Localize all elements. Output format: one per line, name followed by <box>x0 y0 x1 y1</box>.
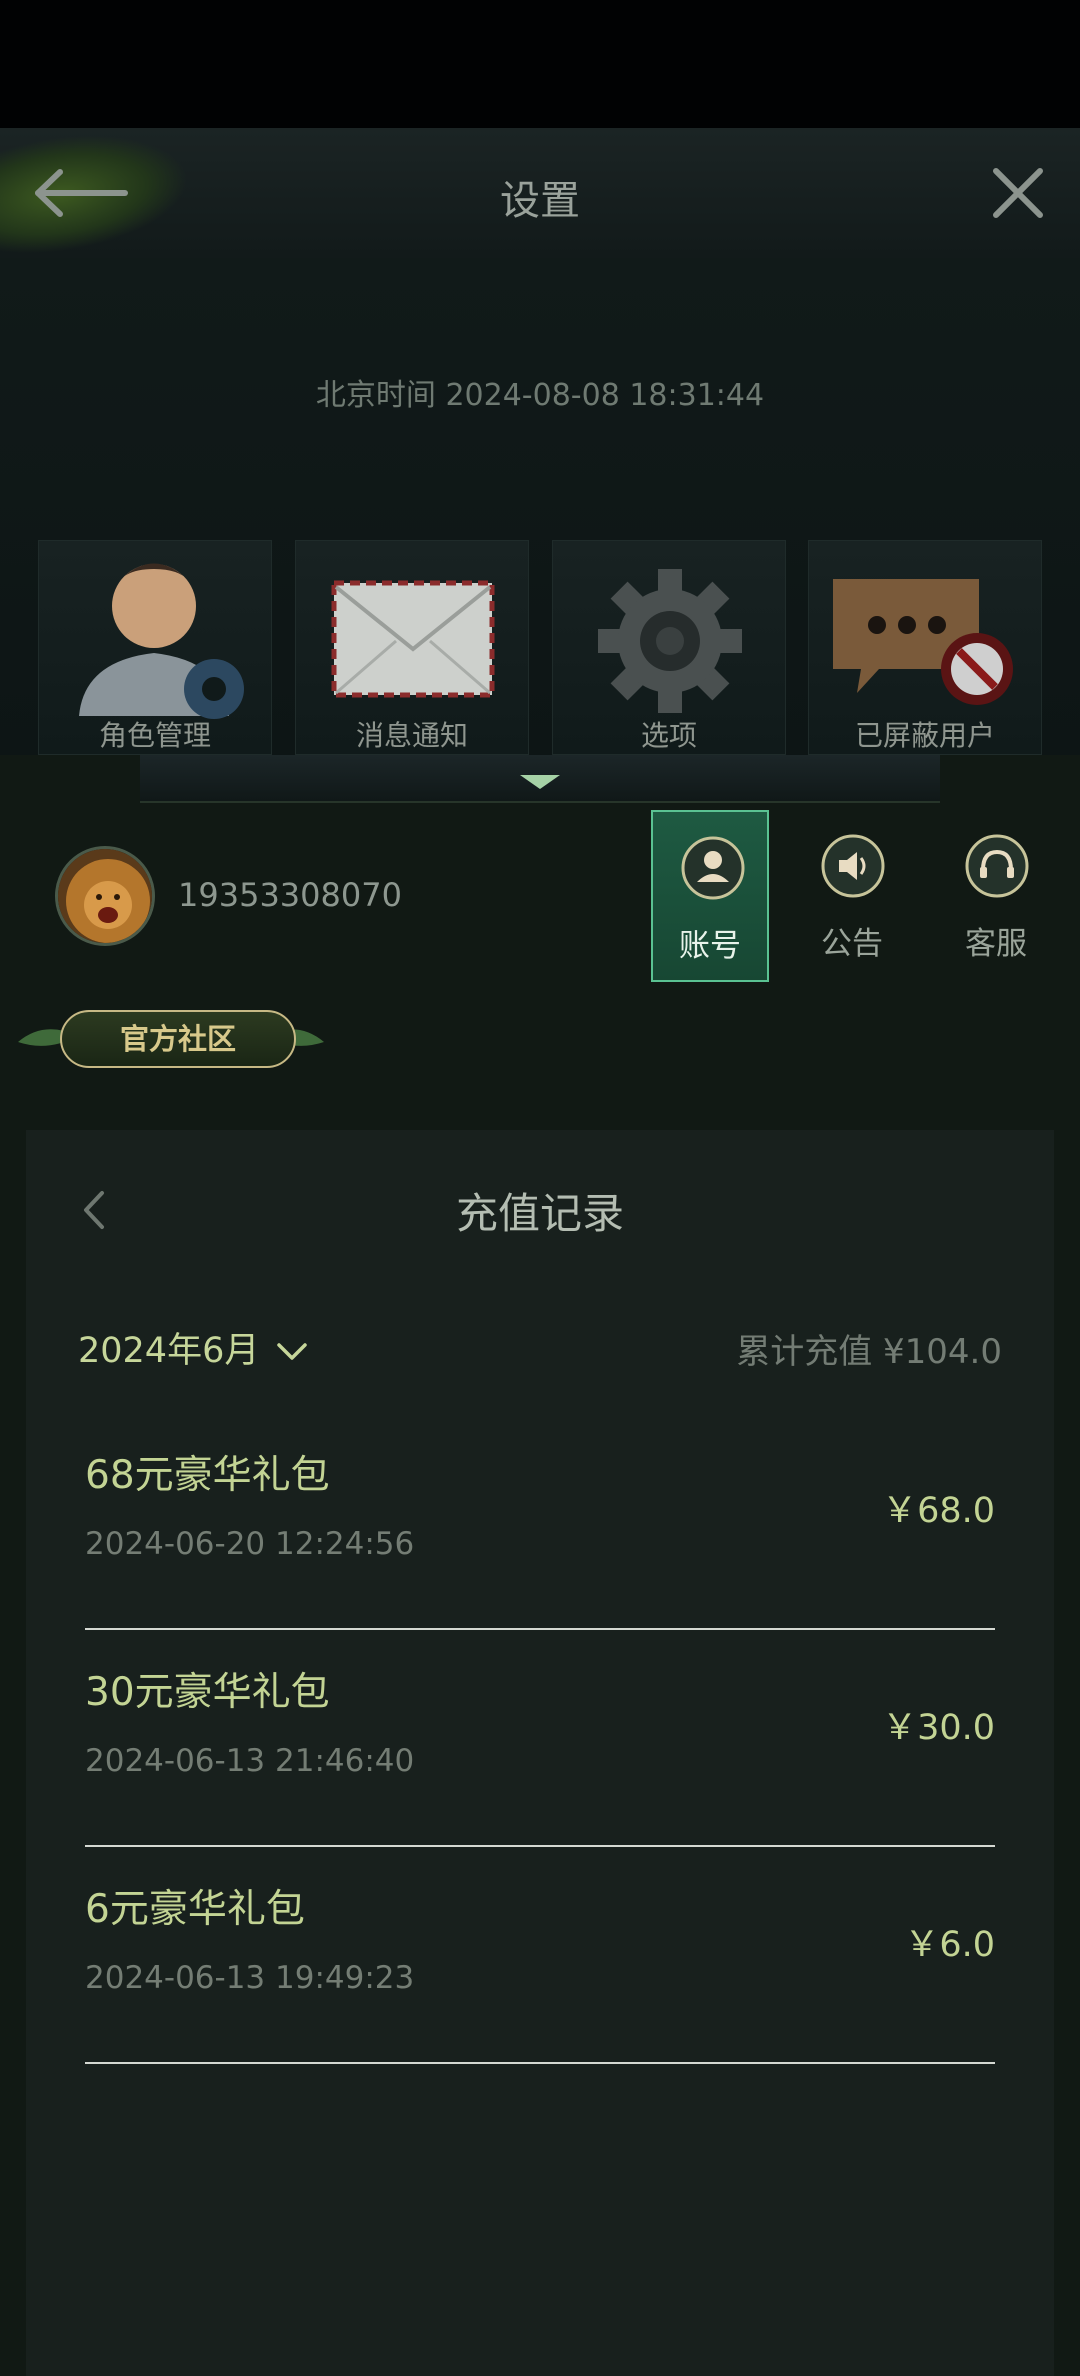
tab-label: 客服 <box>965 926 1027 962</box>
user-id: 19353308070 <box>178 876 402 914</box>
recharge-record: 68元豪华礼包 2024-06-20 12:24:56 ￥68.0 <box>85 1414 995 1630</box>
record-name: 68元豪华礼包 <box>85 1453 330 1498</box>
recharge-panel: 充值记录 2024年6月 累计充值 ¥104.0 68元豪华礼包 2024-06… <box>26 1130 1054 2376</box>
user-icon <box>681 836 745 900</box>
speaker-icon <box>821 834 885 898</box>
chevron-down-icon <box>277 1343 308 1360</box>
tab-account[interactable]: 账号 <box>651 810 769 982</box>
tile-label: 角色管理 <box>98 719 211 752</box>
avatar[interactable] <box>55 846 155 946</box>
record-name: 30元豪华礼包 <box>85 1670 330 1715</box>
community-label: 官方社区 <box>60 1010 296 1068</box>
record-amount: ￥6.0 <box>904 1925 995 1965</box>
record-time: 2024-06-13 21:46:40 <box>85 1743 415 1779</box>
collapse-handle[interactable] <box>140 755 940 803</box>
record-amount: ￥68.0 <box>882 1491 995 1531</box>
tile-label: 消息通知 <box>355 719 468 752</box>
server-time: 北京时间 2024-08-08 18:31:44 <box>315 378 765 413</box>
record-time: 2024-06-20 12:24:56 <box>85 1526 415 1562</box>
chevron-down-icon <box>520 775 560 789</box>
record-name: 6元豪华礼包 <box>85 1887 305 1932</box>
tile-role-manage[interactable]: 角色管理 <box>38 540 272 755</box>
total-recharge: 累计充值 ¥104.0 <box>736 1332 1002 1372</box>
tile-message-notify[interactable]: 消息通知 <box>295 540 529 755</box>
tile-label: 已屏蔽用户 <box>854 719 995 752</box>
record-time: 2024-06-13 19:49:23 <box>85 1960 415 1996</box>
headset-icon <box>965 834 1029 898</box>
tab-label: 账号 <box>679 928 741 964</box>
tab-label: 公告 <box>821 926 883 962</box>
settings-header: 设置 <box>0 111 1080 275</box>
tile-label: 选项 <box>640 719 697 752</box>
tab-customer-service[interactable]: 客服 <box>937 810 1055 982</box>
page-title: 设置 <box>500 178 580 224</box>
record-amount: ￥30.0 <box>882 1708 995 1748</box>
close-icon[interactable] <box>988 163 1048 223</box>
month-selector[interactable]: 2024年6月 <box>78 1322 308 1373</box>
recharge-record: 30元豪华礼包 2024-06-13 21:46:40 ￥30.0 <box>85 1631 995 1847</box>
tile-blocked-users[interactable]: 已屏蔽用户 <box>808 540 1042 755</box>
tile-options[interactable]: 选项 <box>552 540 786 755</box>
recharge-record: 6元豪华礼包 2024-06-13 19:49:23 ￥6.0 <box>85 1848 995 2064</box>
month-value: 2024年6月 <box>78 1331 260 1371</box>
panel-title: 充值记录 <box>455 1189 624 1238</box>
status-bar-area <box>0 0 1080 128</box>
tab-announcement[interactable]: 公告 <box>793 810 911 982</box>
official-community-button[interactable]: 官方社区 <box>14 1006 328 1074</box>
